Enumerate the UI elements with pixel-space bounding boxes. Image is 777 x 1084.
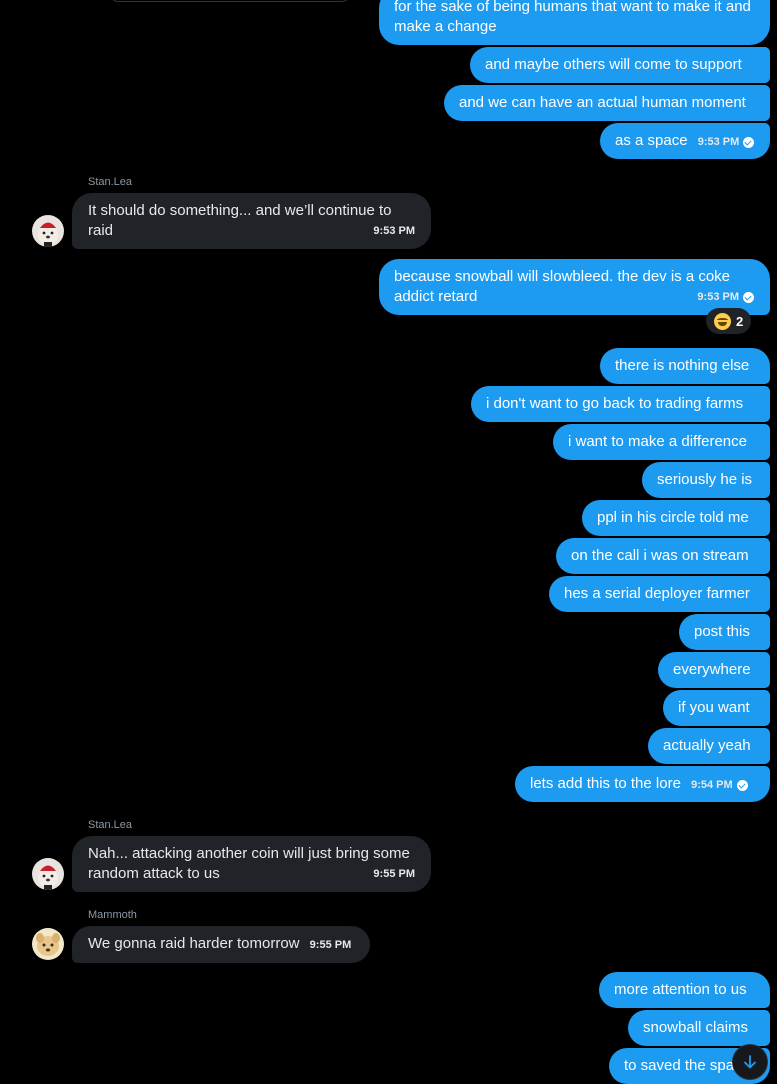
outgoing-message[interactable]: post this: [679, 614, 770, 650]
message-text: actually yeah: [663, 737, 751, 754]
outgoing-message[interactable]: ppl in his circle told me: [582, 500, 770, 536]
outgoing-message[interactable]: hes a serial deployer farmer: [549, 576, 770, 612]
dog-avatar-icon: [32, 215, 64, 247]
outgoing-message[interactable]: actually yeah: [648, 728, 770, 764]
sender-name: Stan.Lea: [88, 176, 133, 188]
outgoing-message[interactable]: everywhere: [658, 652, 770, 688]
message-text: hes a serial deployer farmer: [564, 585, 750, 602]
scroll-to-bottom-button[interactable]: [732, 1044, 768, 1080]
joy-emoji-icon: [714, 312, 731, 330]
avatar[interactable]: [32, 215, 64, 247]
message-timestamp: 9:55 PM: [309, 939, 352, 951]
outgoing-message[interactable]: and we can have an actual human moment: [444, 85, 770, 121]
outgoing-message[interactable]: i don't want to go back to trading farms: [471, 386, 770, 422]
message-text: everywhere: [673, 661, 751, 678]
avatar[interactable]: [32, 928, 64, 960]
message-timestamp: 9:53 PM: [373, 225, 415, 237]
message-text: if you want: [678, 699, 750, 716]
message-text: Nah... attacking another coin will just …: [88, 845, 410, 882]
message-text: as a space: [615, 132, 688, 149]
message-timestamp: 9:53 PM: [697, 287, 754, 307]
outgoing-message[interactable]: i want to make a difference: [553, 424, 770, 460]
message-timestamp: 9:55 PM: [373, 868, 415, 880]
message-text: to saved the spa: [624, 1057, 735, 1074]
message-thread: for the sake of being humans that want t…: [0, 0, 777, 1084]
reaction-count: 2: [736, 313, 744, 329]
message-text: ppl in his circle told me: [597, 509, 749, 526]
outgoing-message[interactable]: there is nothing else: [600, 348, 770, 384]
outgoing-message[interactable]: because snowball will slowbleed. the dev…: [379, 259, 770, 315]
outgoing-message[interactable]: snowball claims: [628, 1010, 770, 1046]
incoming-message[interactable]: Nah... attacking another coin will just …: [72, 836, 431, 892]
message-text: there is nothing else: [615, 357, 750, 374]
message-text: more attention to us: [614, 981, 747, 998]
incoming-message[interactable]: It should do something... and we’ll cont…: [72, 193, 431, 249]
outgoing-message[interactable]: lets add this to the lore 9:54 PM: [515, 766, 770, 802]
message-text: and maybe others will come to support: [485, 56, 742, 73]
sender-name: Stan.Lea: [88, 819, 133, 831]
outgoing-message[interactable]: and maybe others will come to support: [470, 47, 770, 83]
arrow-down-icon: [744, 1055, 756, 1069]
mammoth-avatar-icon: [32, 928, 64, 960]
outgoing-message[interactable]: on the call i was on stream: [556, 538, 770, 574]
message-text: seriously he is: [657, 471, 753, 488]
sender-name: Mammoth: [88, 909, 137, 921]
outgoing-message[interactable]: if you want: [663, 690, 770, 726]
message-text: snowball claims: [643, 1019, 749, 1036]
message-timestamp: 9:54 PM: [691, 775, 748, 795]
message-text: lets add this to the lore: [530, 775, 681, 792]
message-text: and we can have an actual human moment: [459, 94, 746, 111]
dog-avatar-icon: [32, 858, 64, 890]
outgoing-message[interactable]: as a space 9:53 PM: [600, 123, 770, 159]
avatar[interactable]: [32, 858, 64, 890]
message-text: i want to make a difference: [568, 433, 747, 450]
check-circle-icon: [736, 779, 748, 791]
message-text: i don't want to go back to trading farms: [486, 395, 744, 412]
message-text: because snowball will slowbleed. the dev…: [394, 268, 731, 305]
outgoing-message[interactable]: more attention to us: [599, 972, 770, 1008]
incoming-message[interactable]: We gonna raid harder tomorrow 9:55 PM: [72, 926, 370, 963]
check-circle-icon: [743, 136, 755, 148]
message-text: on the call i was on stream: [571, 547, 749, 564]
message-timestamp: 9:53 PM: [698, 132, 755, 152]
message-text: post this: [694, 623, 750, 640]
check-circle-icon: [743, 291, 754, 303]
previous-message-edge: [110, 0, 350, 2]
outgoing-message[interactable]: for the sake of being humans that want t…: [379, 0, 770, 45]
message-text: for the sake of being humans that want t…: [394, 0, 751, 35]
reaction-badge[interactable]: 2: [706, 308, 752, 334]
message-text: It should do something... and we’ll cont…: [88, 202, 392, 239]
outgoing-message[interactable]: seriously he is: [642, 462, 770, 498]
message-text: We gonna raid harder tomorrow: [88, 935, 300, 952]
